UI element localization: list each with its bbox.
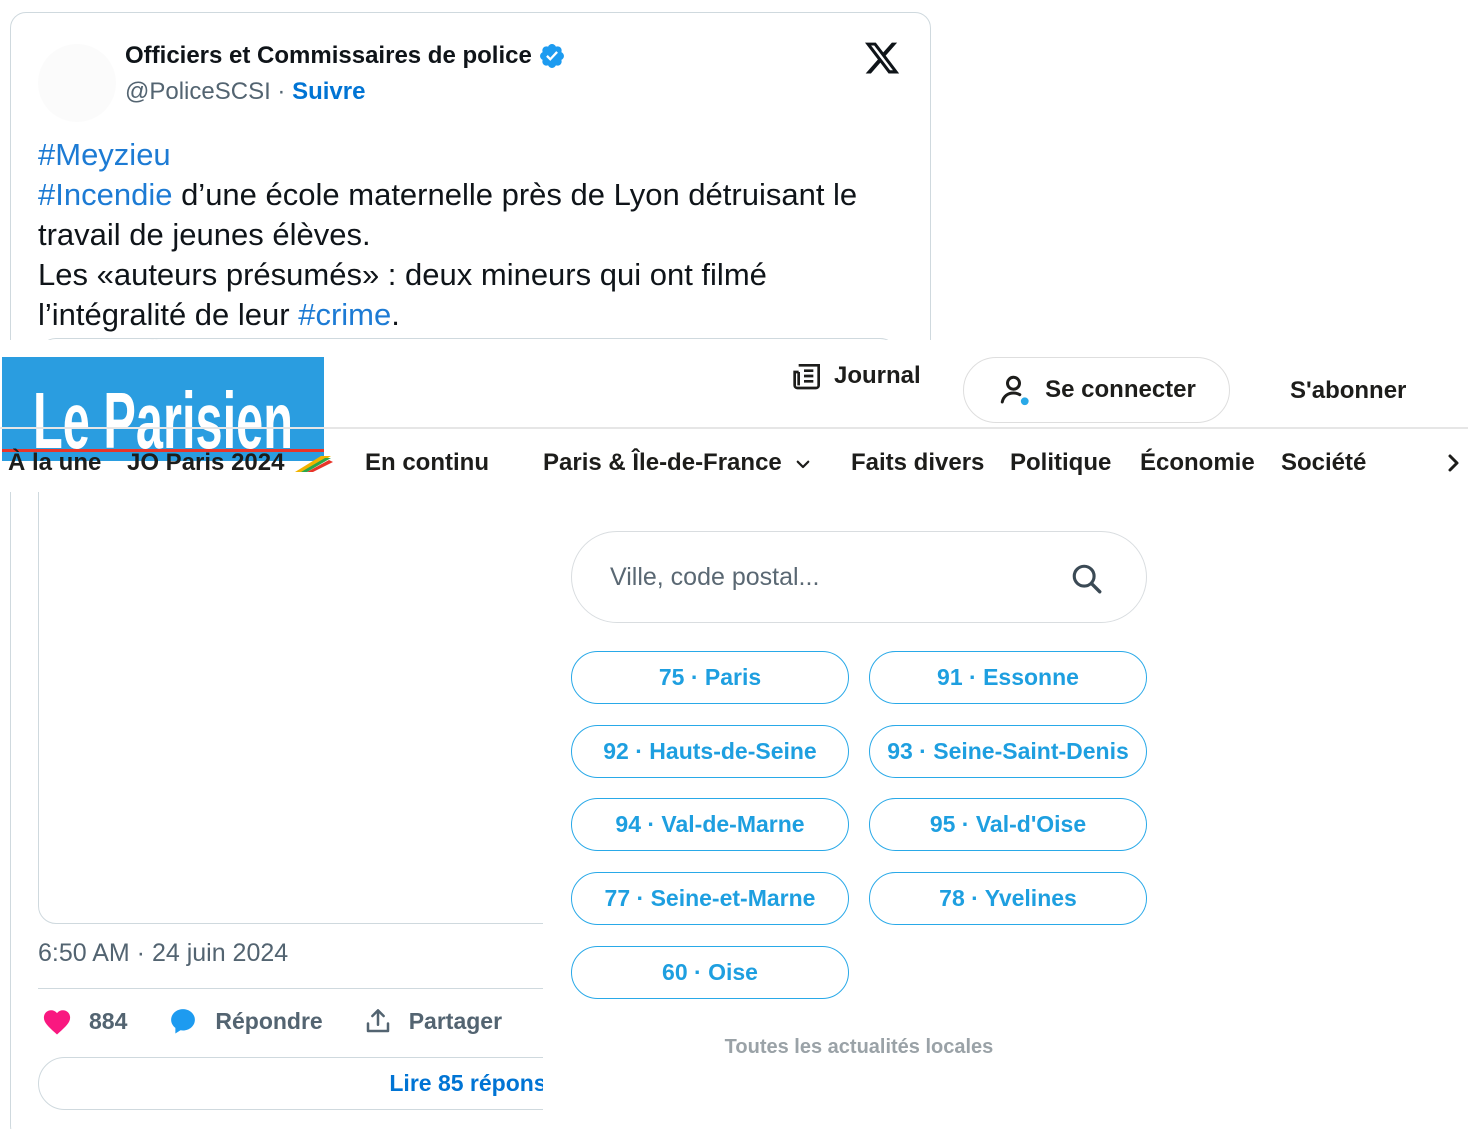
search-icon[interactable] [1070,562,1104,596]
parisien-header: Le Parisien Journal Se connecter S'abonn… [0,340,1468,492]
nav-item-politique[interactable]: Politique [1010,443,1111,483]
chevron-down-icon [797,460,810,468]
reply-button[interactable]: Répondre [167,1006,323,1036]
dept-button-91[interactable]: 91 · Essonne [869,651,1147,704]
nav-item-label: Paris & Île-de-France [543,449,782,476]
dept-button-75[interactable]: 75 · Paris [571,651,849,704]
handle-row: @PoliceSCSI · Suivre [125,78,365,106]
hashtag-crime[interactable]: #crime [298,297,391,332]
tweet-text: #Meyzieu #Incendie d’une école maternell… [38,135,898,335]
x-logo-icon[interactable] [863,39,901,77]
chevron-right-icon[interactable] [1447,453,1461,473]
separator-dot: · [270,78,293,105]
nav-item-faits-divers[interactable]: Faits divers [851,443,984,483]
dept-button-78[interactable]: 78 · Yvelines [869,872,1147,925]
nav-item-economie[interactable]: Économie [1140,443,1255,483]
subscribe-link[interactable]: S'abonner [1290,377,1406,405]
nav-item-societe[interactable]: Société [1281,443,1366,483]
share-label: Partager [408,1007,503,1034]
dept-button-77[interactable]: 77 · Seine-et-Marne [571,872,849,925]
nav-item-en-continu[interactable]: En continu [365,443,489,483]
journal-label: Journal [834,362,921,389]
tweet-text-line: Les «auteurs présumés» : deux mineurs qu… [38,257,767,332]
nav-item-label: JO Paris 2024 [127,449,285,476]
connect-button[interactable]: Se connecter [963,357,1230,423]
location-search-input[interactable] [610,552,1050,602]
tweet-text-punct: . [391,297,400,332]
hashtag-meyzieu[interactable]: #Meyzieu [38,137,171,172]
reply-bubble-icon [171,1009,196,1034]
user-icon [1000,375,1029,406]
author-handle[interactable]: @PoliceSCSI [125,78,271,105]
nav-item-paris-ile-de-france[interactable]: Paris & Île-de-France [543,443,812,483]
verified-badge-icon [539,44,564,68]
olympic-flame-icon [295,455,334,472]
hashtag-incendie[interactable]: #Incendie [38,177,172,212]
newspaper-icon [793,364,820,390]
like-count: 884 [89,1007,128,1034]
like-button[interactable]: 884 [41,1007,127,1035]
share-button[interactable]: Partager [363,1006,502,1036]
dept-button-94[interactable]: 94 · Val-de-Marne [571,798,849,851]
nav-item-jo-paris-2024[interactable]: JO Paris 2024 [127,443,335,483]
heart-icon [43,1010,71,1035]
nav-divider [0,427,1468,429]
avatar[interactable] [38,44,116,122]
share-icon [366,1009,389,1033]
author-name-row[interactable]: Officiers et Commissaires de police [125,42,566,70]
nav-item-a-la-une[interactable]: À la une [8,443,101,483]
follow-link[interactable]: Suivre [292,78,365,105]
dept-button-93[interactable]: 93 · Seine-Saint-Denis [869,725,1147,778]
main-nav: À la une JO Paris 2024 En continu Paris … [0,443,1468,483]
journal-button[interactable]: Journal [792,360,921,392]
all-local-news-link[interactable]: Toutes les actualités locales [571,1036,1147,1059]
dept-button-60[interactable]: 60 · Oise [571,946,849,999]
dept-button-92[interactable]: 92 · Hauts-de-Seine [571,725,849,778]
connect-label: Se connecter [1045,376,1196,403]
dept-button-95[interactable]: 95 · Val-d'Oise [869,798,1147,851]
tweet-actions: 884 Répondre Partager [41,1006,542,1036]
reply-label: Répondre [215,1007,323,1034]
tweet-timestamp[interactable]: 6:50 AM · 24 juin 2024 [38,939,288,968]
author-name[interactable]: Officiers et Commissaires de police [125,42,532,70]
location-search[interactable] [571,531,1147,623]
